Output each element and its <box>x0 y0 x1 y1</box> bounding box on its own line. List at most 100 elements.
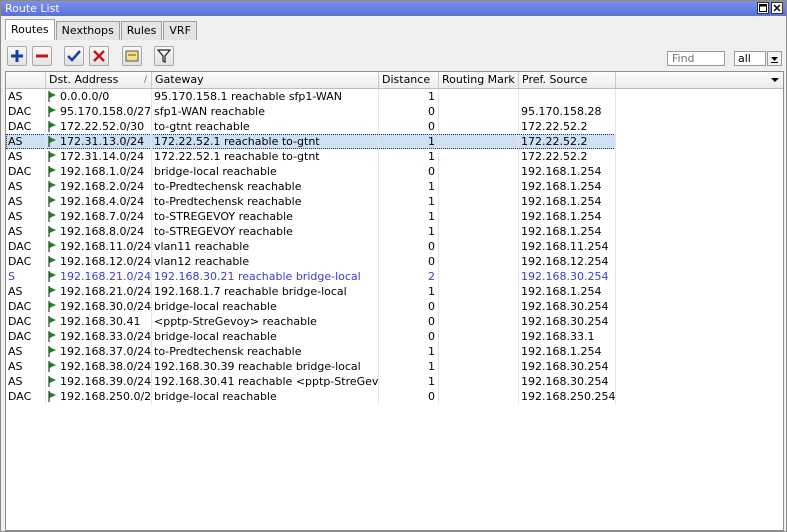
header-dst-address[interactable]: Dst. Address / <box>46 72 152 88</box>
table-row[interactable]: DAC 192.168.33.0/24 bridge-local reachable… <box>6 329 616 344</box>
table-row[interactable]: AS 192.168.39.0/24 192.168.30.41 reachable… <box>6 374 616 389</box>
cell-mark <box>439 164 519 179</box>
title-bar: Route List <box>1 1 786 16</box>
find-input[interactable] <box>667 51 725 66</box>
cell-pref: 192.168.11.254 <box>519 239 616 254</box>
route-flag-icon <box>48 391 56 402</box>
route-flag-icon <box>48 286 56 297</box>
cell-mark <box>439 179 519 194</box>
table-row[interactable]: AS 192.168.7.0/24 to-STREGEVOY reachable 1 1… <box>6 209 616 224</box>
add-button[interactable] <box>7 46 27 66</box>
cell-dst: 95.170.158.0/27 <box>46 104 152 119</box>
table-row[interactable]: DAC 192.168.250.0/24 bridge-local reachabl… <box>6 389 616 404</box>
cell-mark <box>439 89 519 104</box>
table-row[interactable]: DAC 95.170.158.0/27 sfp1-WAN reachable 0 95.… <box>6 104 616 119</box>
cell-dst: 192.168.38.0/24 <box>46 359 152 374</box>
disable-button[interactable] <box>89 46 109 66</box>
dst-address-text: 192.168.38.0/24 <box>60 360 152 373</box>
cell-distance: 1 <box>379 89 439 104</box>
cell-dst: 192.168.33.0/24 <box>46 329 152 344</box>
cell-pref: 192.168.1.254 <box>519 194 616 209</box>
cell-flags: AS <box>6 179 46 194</box>
filter-button[interactable] <box>154 46 174 66</box>
column-menu-button[interactable] <box>768 72 783 88</box>
cell-flags: DAC <box>6 389 46 404</box>
cell-gateway: 172.22.52.1 reachable to-gtnt <box>152 149 379 164</box>
route-flag-icon <box>48 151 56 162</box>
route-flag-icon <box>48 376 56 387</box>
tab-routes[interactable]: Routes <box>5 19 55 40</box>
header-flags[interactable] <box>6 72 46 88</box>
enable-button[interactable] <box>64 46 84 66</box>
cell-distance: 0 <box>379 314 439 329</box>
table-row[interactable]: DAC 172.22.52.0/30 to-gtnt reachable 0 172.2… <box>6 119 616 134</box>
close-button[interactable] <box>771 2 783 14</box>
maximize-button[interactable] <box>757 2 769 14</box>
cell-dst: 192.168.21.0/24 <box>46 284 152 299</box>
table-row[interactable]: AS 192.168.37.0/24 to-Predtechensk reachab… <box>6 344 616 359</box>
table-row[interactable]: AS 192.168.21.0/24 192.168.1.7 reachable b… <box>6 284 616 299</box>
cell-distance: 1 <box>379 179 439 194</box>
table-row[interactable]: AS 172.31.14.0/24 172.22.52.1 reachable to… <box>6 149 616 164</box>
cell-gateway: <pptp-StreGevoy> reachable <box>152 314 379 329</box>
comment-button[interactable] <box>122 46 142 66</box>
cell-distance: 1 <box>379 209 439 224</box>
header-distance[interactable]: Distance <box>379 72 439 88</box>
route-flag-icon <box>48 241 56 252</box>
header-pref-source[interactable]: Pref. Source <box>519 72 616 88</box>
cell-distance: 1 <box>379 224 439 239</box>
table-row[interactable]: DAC 192.168.30.0/24 bridge-local reachable… <box>6 299 616 314</box>
table-row[interactable]: AS 172.31.13.0/24 172.22.52.1 reachable to… <box>6 134 616 149</box>
route-flag-icon <box>48 106 56 117</box>
table-row[interactable]: AS 192.168.2.0/24 to-Predtechensk reachabl… <box>6 179 616 194</box>
dst-address-text: 192.168.37.0/24 <box>60 345 152 358</box>
cell-gateway: sfp1-WAN reachable <box>152 104 379 119</box>
cell-dst: 192.168.1.0/24 <box>46 164 152 179</box>
cell-gateway: 95.170.158.1 reachable sfp1-WAN <box>152 89 379 104</box>
cell-pref: 172.22.52.2 <box>519 119 616 134</box>
cell-gateway: to-Predtechensk reachable <box>152 194 379 209</box>
cell-distance: 1 <box>379 149 439 164</box>
tab-vrf[interactable]: VRF <box>163 21 197 40</box>
tab-rules[interactable]: Rules <box>120 21 163 40</box>
table-row[interactable]: S 192.168.21.0/24 192.168.30.21 reachable … <box>6 269 616 284</box>
cell-dst: 192.168.11.0/24 <box>46 239 152 254</box>
cell-gateway: to-STREGEVOY reachable <box>152 224 379 239</box>
filter-dropdown-button[interactable] <box>767 51 782 66</box>
table-row[interactable]: DAC 192.168.30.41 <pptp-StreGevoy> reachab… <box>6 314 616 329</box>
remove-button[interactable] <box>32 46 52 66</box>
header-gateway[interactable]: Gateway <box>152 72 379 88</box>
table-row[interactable]: DAC 192.168.1.0/24 bridge-local reachable 0… <box>6 164 616 179</box>
cell-pref: 192.168.1.254 <box>519 344 616 359</box>
table-row[interactable]: DAC 192.168.11.0/24 vlan11 reachable 0 192.1… <box>6 239 616 254</box>
route-flag-icon <box>48 181 56 192</box>
cell-flags: AS <box>6 284 46 299</box>
cell-dst: 192.168.8.0/24 <box>46 224 152 239</box>
filter-select[interactable]: all <box>734 51 766 66</box>
table-row[interactable]: DAC 192.168.12.0/24 vlan12 reachable 0 192.1… <box>6 254 616 269</box>
dst-address-text: 192.168.7.0/24 <box>60 210 145 223</box>
cell-gateway: 192.168.30.41 reachable <pptp-StreGevoy> <box>154 374 379 389</box>
cell-distance: 0 <box>379 239 439 254</box>
route-flag-icon <box>48 226 56 237</box>
cell-mark <box>439 344 519 359</box>
dst-address-text: 0.0.0.0/0 <box>60 90 110 103</box>
cell-dst: 172.31.14.0/24 <box>46 149 152 164</box>
route-flag-icon <box>48 331 56 342</box>
tab-bar: Routes Nexthops Rules VRF <box>5 19 198 41</box>
table-row[interactable]: AS 192.168.38.0/24 192.168.30.39 reachable… <box>6 359 616 374</box>
cell-pref: 192.168.30.254 <box>519 314 616 329</box>
tab-nexthops[interactable]: Nexthops <box>55 21 120 40</box>
minus-icon <box>36 54 48 58</box>
header-routing-mark[interactable]: Routing Mark <box>439 72 519 88</box>
table-row[interactable]: AS 192.168.4.0/24 to-Predtechensk reachabl… <box>6 194 616 209</box>
dst-address-text: 192.168.21.0/24 <box>60 270 152 283</box>
cell-gateway: 192.168.30.39 reachable bridge-local <box>152 359 379 374</box>
table-row[interactable]: AS 192.168.8.0/24 to-STREGEVOY reachable 1 1… <box>6 224 616 239</box>
cell-dst: 192.168.39.0/24 <box>46 374 152 389</box>
cell-distance: 0 <box>379 299 439 314</box>
route-flag-icon <box>48 271 56 282</box>
cell-pref: 192.168.33.1 <box>519 329 616 344</box>
table-row[interactable]: AS 0.0.0.0/0 95.170.158.1 reachable sfp1-W… <box>6 89 616 104</box>
cell-dst: 192.168.37.0/24 <box>46 344 152 359</box>
